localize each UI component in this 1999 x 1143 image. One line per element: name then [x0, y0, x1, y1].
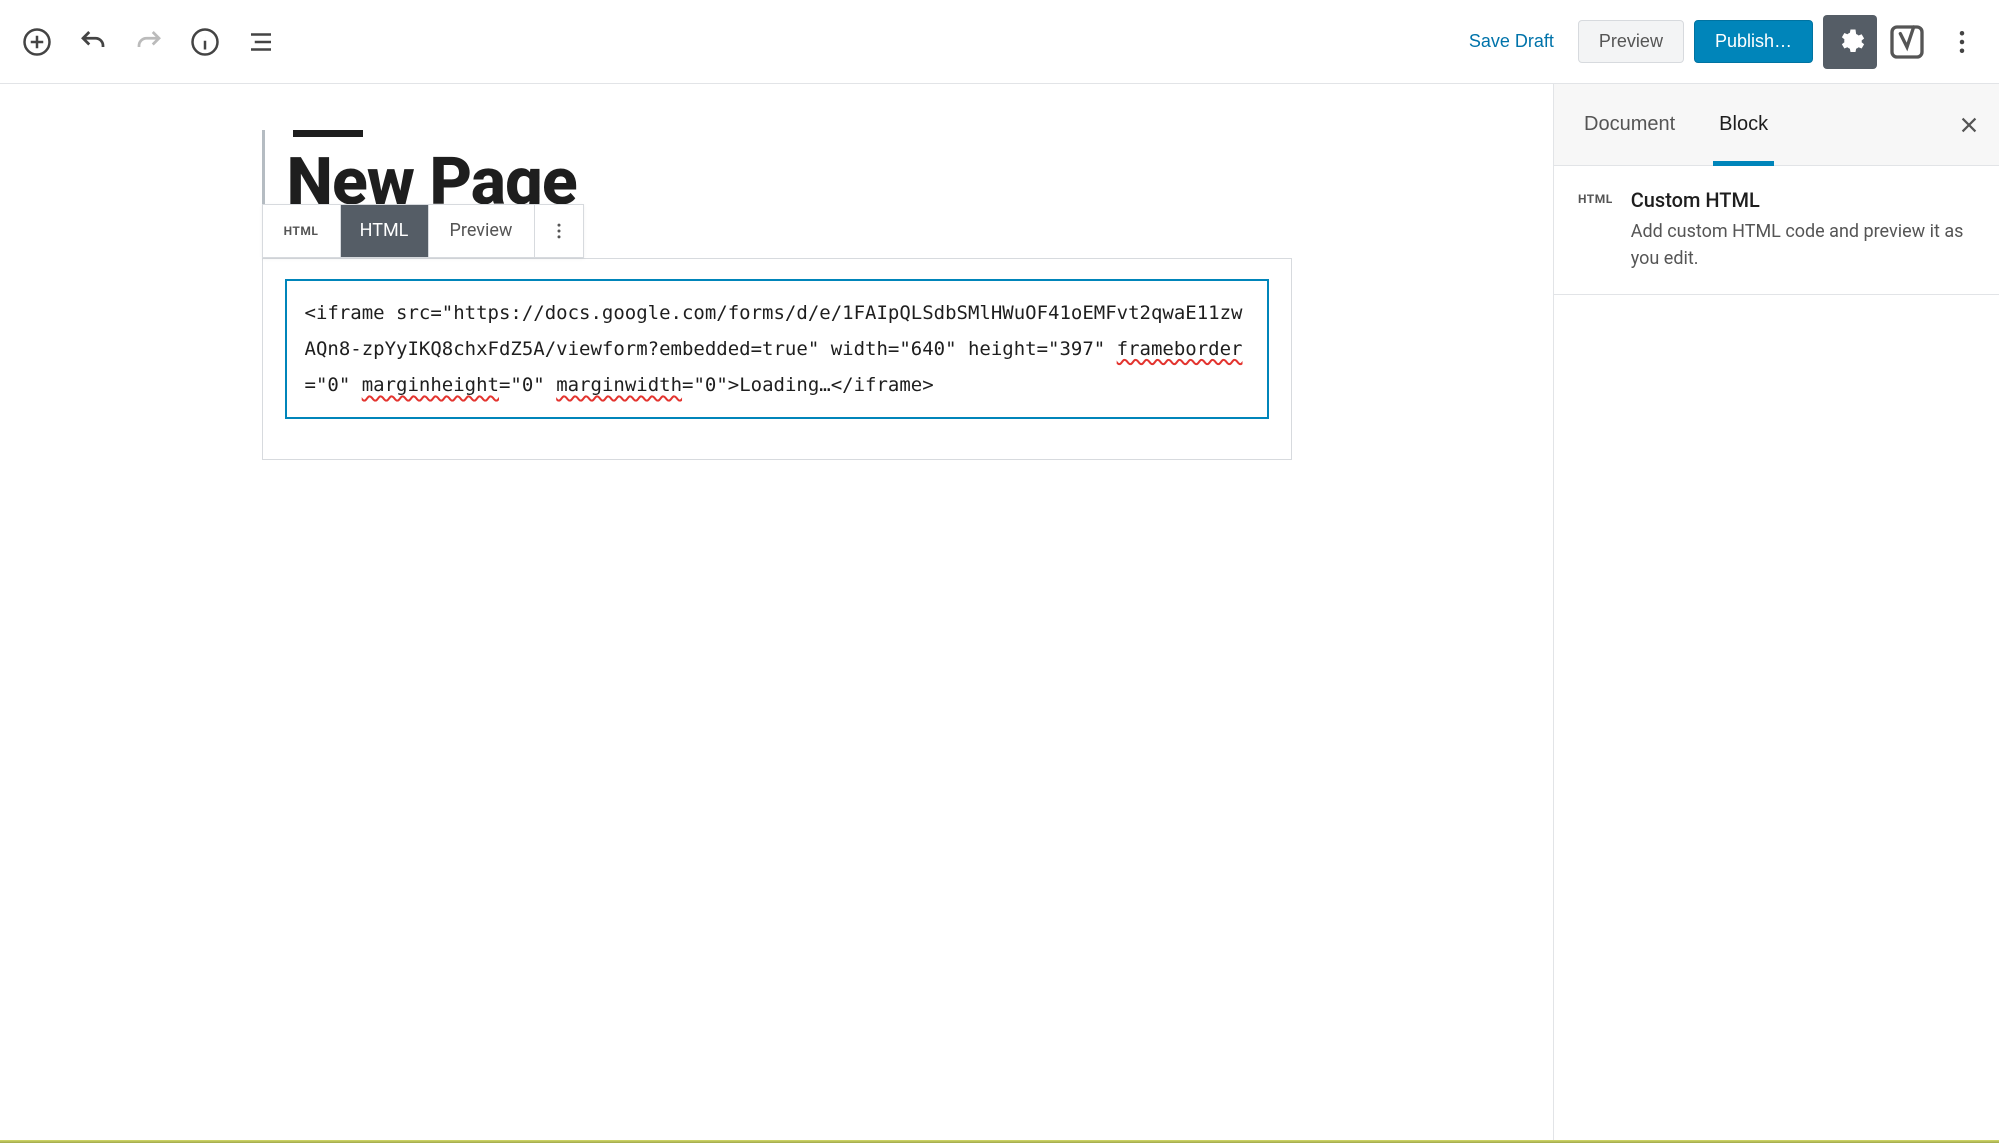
html-code-input[interactable]: <iframe src="https://docs.google.com/for…	[285, 279, 1269, 419]
block-type-description: Add custom HTML code and preview it as y…	[1631, 218, 1975, 272]
yoast-button[interactable]	[1887, 22, 1927, 62]
settings-sidebar: Document Block HTML Custom HTML Add cust…	[1553, 84, 1999, 1143]
yoast-icon	[1887, 22, 1927, 62]
editor-canvas[interactable]: New Page HTML HTML Preview <iframe src="…	[0, 84, 1553, 1143]
block-more-button[interactable]	[535, 205, 583, 257]
toolbar-left	[12, 17, 286, 67]
add-block-button[interactable]	[12, 17, 62, 67]
workspace: New Page HTML HTML Preview <iframe src="…	[0, 84, 1999, 1143]
undo-icon	[78, 27, 108, 57]
info-button[interactable]	[180, 17, 230, 67]
title-accent-bar	[293, 130, 363, 137]
outline-button[interactable]	[236, 17, 286, 67]
block-tab-html[interactable]: HTML	[341, 205, 429, 257]
block-info-panel: HTML Custom HTML Add custom HTML code an…	[1554, 166, 1999, 295]
block-type-title: Custom HTML	[1631, 188, 1975, 212]
preview-button[interactable]: Preview	[1578, 20, 1684, 63]
list-icon	[246, 27, 276, 57]
block-tab-preview[interactable]: Preview	[429, 205, 535, 257]
sidebar-close-button[interactable]	[1947, 103, 1991, 147]
info-icon	[190, 27, 220, 57]
top-toolbar: Save Draft Preview Publish…	[0, 0, 1999, 84]
more-vertical-icon	[1947, 27, 1977, 57]
toolbar-right: Save Draft Preview Publish…	[1455, 15, 1987, 69]
redo-button[interactable]	[124, 17, 174, 67]
save-draft-button[interactable]: Save Draft	[1455, 21, 1568, 62]
tab-block[interactable]: Block	[1697, 84, 1790, 165]
tab-document[interactable]: Document	[1562, 84, 1697, 165]
sidebar-tab-row: Document Block	[1554, 84, 1999, 166]
settings-button[interactable]	[1823, 15, 1877, 69]
redo-icon	[134, 27, 164, 57]
publish-button[interactable]: Publish…	[1694, 20, 1813, 63]
block-type-icon[interactable]: HTML	[263, 205, 341, 257]
block-icon-label: HTML	[1578, 192, 1613, 272]
block-toolbar: HTML HTML Preview	[262, 204, 584, 258]
close-icon	[1958, 114, 1980, 136]
more-vertical-icon	[549, 221, 569, 241]
gear-icon	[1835, 27, 1865, 57]
undo-button[interactable]	[68, 17, 118, 67]
custom-html-block[interactable]: <iframe src="https://docs.google.com/for…	[262, 258, 1292, 460]
more-menu-button[interactable]	[1937, 17, 1987, 67]
plus-circle-icon	[22, 27, 52, 57]
